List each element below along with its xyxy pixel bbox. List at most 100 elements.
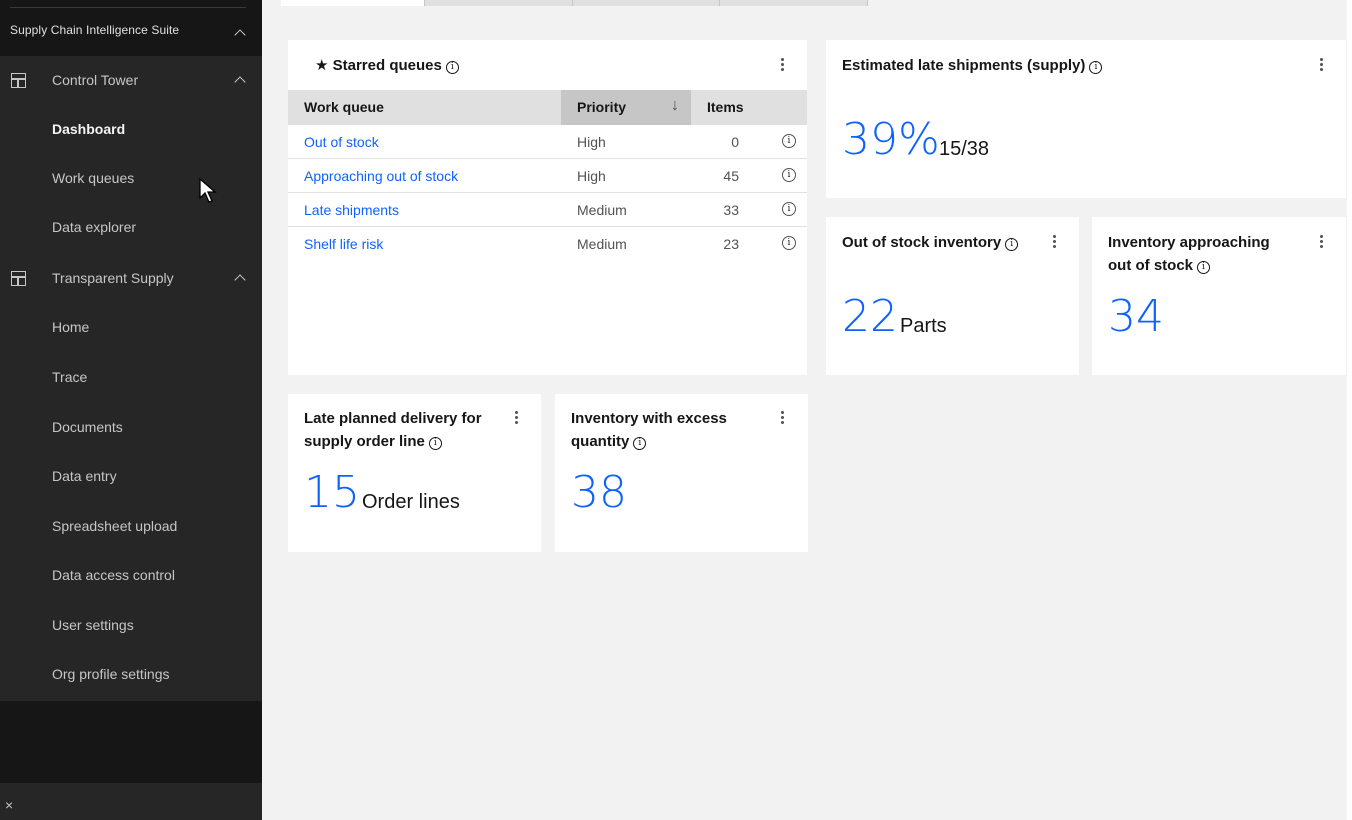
- priority-cell: High: [577, 168, 606, 184]
- items-cell: 45: [723, 168, 739, 184]
- sidebar-item-label: Data entry: [52, 468, 117, 484]
- queue-link[interactable]: Out of stock: [304, 134, 379, 150]
- info-icon[interactable]: i: [445, 61, 459, 74]
- column-header-items[interactable]: Items: [707, 99, 744, 115]
- late-delivery-title-line1: Late planned delivery for: [304, 410, 482, 427]
- tab-4[interactable]: [720, 0, 868, 6]
- metric-subvalue: 15/38: [939, 138, 990, 160]
- queue-link[interactable]: Shelf life risk: [304, 236, 383, 252]
- star-icon: ★: [315, 57, 329, 74]
- card-title: Inventory with excess quantity i: [571, 407, 727, 453]
- overflow-menu-icon[interactable]: [1320, 235, 1323, 249]
- excess-title-line1: Inventory with excess: [571, 410, 727, 427]
- items-cell: 33: [723, 202, 739, 218]
- tab-3[interactable]: [573, 0, 720, 6]
- tab-2[interactable]: [425, 0, 573, 6]
- nav-group-transparent-supply[interactable]: Transparent Supply: [0, 254, 262, 304]
- card-title: ★ Starred queues i: [315, 54, 459, 77]
- priority-cell: Medium: [577, 202, 627, 218]
- info-icon[interactable]: i: [782, 134, 796, 148]
- items-cell: 23: [723, 236, 739, 252]
- sort-descending-icon[interactable]: ↓: [671, 97, 679, 115]
- info-icon[interactable]: i: [633, 437, 647, 450]
- card-title: Estimated late shipments (supply) i: [842, 54, 1103, 77]
- sidebar-item-work-queues[interactable]: Work queues: [0, 155, 262, 204]
- priority-cell: Medium: [577, 236, 627, 252]
- dashboard-grid-icon: [11, 271, 26, 286]
- side-nav: Supply Chain Intelligence Suite Control …: [0, 0, 262, 820]
- card-title: Out of stock inventory i: [842, 231, 1019, 254]
- sidebar-item-data-explorer[interactable]: Data explorer: [0, 204, 262, 253]
- metric-value: 22: [842, 291, 898, 342]
- starred-queues-card: ★ Starred queues i Work queue Priority ↓ …: [288, 40, 807, 375]
- info-icon[interactable]: i: [428, 437, 442, 450]
- tab-dashboard[interactable]: [281, 0, 425, 6]
- sidebar-item-spreadsheet-upload[interactable]: Spreadsheet upload: [0, 503, 262, 552]
- info-icon[interactable]: i: [782, 202, 796, 216]
- sidebar-item-label: Home: [52, 319, 90, 335]
- chevron-up-icon: [234, 76, 246, 88]
- sidebar-item-data-entry[interactable]: Data entry: [0, 453, 262, 502]
- table-row: Approaching out of stock High 45 i: [288, 159, 807, 193]
- table-row: Shelf life risk Medium 23 i: [288, 227, 807, 261]
- starred-title-text: Starred queues: [332, 57, 442, 74]
- sidebar-item-trace[interactable]: Trace: [0, 354, 262, 403]
- sidebar-bottom-panel: [0, 701, 262, 783]
- info-icon[interactable]: i: [1089, 61, 1103, 74]
- late-delivery-card: Late planned delivery for supply order l…: [288, 394, 541, 552]
- overflow-menu-icon[interactable]: [515, 411, 518, 425]
- metric-value: 15: [304, 467, 360, 518]
- sidebar-item-label: Dashboard: [52, 121, 126, 137]
- sidebar-item-org-profile-settings[interactable]: Org profile settings: [0, 651, 262, 700]
- excess-quantity-card: Inventory with excess quantity i 38: [555, 394, 808, 552]
- sidebar-item-documents[interactable]: Documents: [0, 404, 262, 453]
- queue-link[interactable]: Late shipments: [304, 202, 399, 218]
- suite-label: Supply Chain Intelligence Suite: [10, 23, 180, 37]
- info-icon[interactable]: i: [782, 168, 796, 182]
- info-icon[interactable]: i: [782, 236, 796, 250]
- metric-value: 34: [1108, 291, 1164, 342]
- close-icon[interactable]: ×: [5, 797, 13, 813]
- approaching-title-line1: Inventory approaching: [1108, 234, 1270, 251]
- sidebar-item-label: Work queues: [52, 170, 135, 186]
- scrollbar-track[interactable]: [1347, 0, 1352, 820]
- sidebar-item-home[interactable]: Home: [0, 304, 262, 353]
- nav-group-label: Control Tower: [52, 72, 139, 88]
- nav-group-label: Transparent Supply: [52, 270, 174, 286]
- items-cell: 0: [731, 134, 739, 150]
- sidebar-item-label: User settings: [52, 617, 134, 633]
- sidebar-item-label: Data access control: [52, 567, 175, 583]
- sidebar-item-data-access-control[interactable]: Data access control: [0, 552, 262, 601]
- queue-link[interactable]: Approaching out of stock: [304, 168, 458, 184]
- metric-unit: Parts: [900, 315, 947, 337]
- overflow-menu-icon[interactable]: [1053, 235, 1056, 249]
- metric-value: 38: [571, 467, 627, 518]
- excess-title-line2: quantity: [571, 433, 630, 450]
- suite-switcher[interactable]: Supply Chain Intelligence Suite: [0, 8, 262, 56]
- out-of-stock-card: Out of stock inventory i 22 Parts: [826, 217, 1079, 375]
- sidebar-item-dashboard[interactable]: Dashboard: [0, 106, 262, 155]
- column-header-priority[interactable]: Priority: [577, 99, 626, 115]
- late-delivery-title-line2: supply order line: [304, 433, 425, 450]
- table-header: Work queue Priority ↓ Items: [288, 90, 807, 125]
- sidebar-item-label: Trace: [52, 369, 88, 385]
- dashboard-grid-icon: [11, 73, 26, 88]
- sidebar-item-label: Data explorer: [52, 219, 137, 235]
- nav-group-control-tower[interactable]: Control Tower: [0, 56, 262, 106]
- sidebar-item-label: Spreadsheet upload: [52, 518, 178, 534]
- metric-value: 39%: [842, 114, 940, 165]
- overflow-menu-icon[interactable]: [1320, 58, 1323, 72]
- approaching-out-of-stock-card: Inventory approaching out of stock i 34: [1092, 217, 1346, 375]
- info-icon[interactable]: i: [1005, 238, 1019, 251]
- out-of-stock-title: Out of stock inventory: [842, 234, 1002, 251]
- sidebar-item-label: Documents: [52, 419, 123, 435]
- sidebar-item-user-settings[interactable]: User settings: [0, 602, 262, 651]
- column-header-work-queue[interactable]: Work queue: [304, 99, 384, 115]
- table-row: Late shipments Medium 33 i: [288, 193, 807, 227]
- info-icon[interactable]: i: [1197, 261, 1210, 274]
- table-row: Out of stock High 0 i: [288, 125, 807, 159]
- overflow-menu-icon[interactable]: [781, 58, 784, 72]
- mouse-pointer-icon: [199, 178, 217, 203]
- chevron-up-icon: [234, 274, 246, 286]
- overflow-menu-icon[interactable]: [781, 411, 784, 425]
